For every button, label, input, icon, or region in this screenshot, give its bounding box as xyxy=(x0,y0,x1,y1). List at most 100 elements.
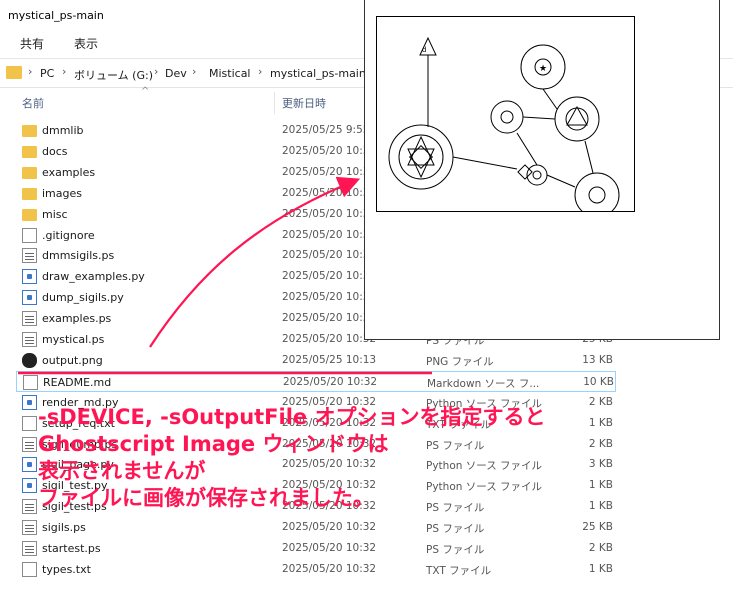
file-name: misc xyxy=(42,207,68,221)
svg-text:★: ★ xyxy=(539,64,547,74)
folder-icon xyxy=(22,145,37,158)
file-size: 2 KB xyxy=(588,542,613,554)
file-name: draw_examples.py xyxy=(42,270,145,284)
file-type: Markdown ソース フ... xyxy=(427,377,540,390)
folder-icon xyxy=(6,66,22,79)
python-file-icon xyxy=(22,478,37,494)
file-row[interactable]: README.md 2025/05/20 10:32 Markdown ソース フ.… xyxy=(16,370,616,392)
folder-icon xyxy=(22,187,37,200)
text-file-icon xyxy=(22,415,37,431)
file-name: types.txt xyxy=(42,562,91,576)
ps-file-icon xyxy=(22,499,37,515)
annotation-text: -sDEVICE, -sOutputFile オプションを指定すると Ghost… xyxy=(38,404,545,512)
svg-text:d: d xyxy=(422,46,426,54)
chevron-right-icon: › xyxy=(62,65,67,78)
file-size: 1 KB xyxy=(588,416,613,429)
column-divider[interactable] xyxy=(274,92,275,114)
ps-file-icon xyxy=(22,436,37,452)
file-name: dmmsigils.ps xyxy=(42,249,115,263)
file-name: mystical.ps xyxy=(42,333,105,346)
file-date: 2025/05/20 10:32 xyxy=(282,333,377,345)
file-size: 3 KB xyxy=(588,458,613,471)
image-frame: d ★ xyxy=(376,16,635,218)
file-row[interactable]: types.txt 2025/05/20 10:32 TXT ファイル 1 KB xyxy=(16,559,616,580)
python-file-icon xyxy=(22,457,37,473)
file-type: PNG ファイル xyxy=(426,355,494,368)
annotation-line-2: Ghostscript Image ウィンドウは xyxy=(38,432,389,456)
breadcrumb-current[interactable]: mystical_ps-main xyxy=(270,67,366,80)
breadcrumb-pc[interactable]: PC xyxy=(40,67,54,80)
chevron-right-icon: › xyxy=(192,65,197,78)
file-name: sigils.ps xyxy=(42,521,86,535)
breadcrumb-mistical[interactable]: Mistical xyxy=(209,67,251,80)
file-date: 2025/05/20 10:32 xyxy=(282,249,377,262)
file-date: 2025/05/20 10:32 xyxy=(282,270,377,283)
python-file-icon xyxy=(22,290,37,306)
ps-file-icon xyxy=(22,541,37,556)
folder-icon xyxy=(22,208,37,221)
file-row[interactable]: output.png 2025/05/25 10:13 PNG ファイル 13 KB xyxy=(16,350,616,371)
file-name: .gitignore xyxy=(42,228,95,242)
file-name: dump_sigils.py xyxy=(42,291,124,305)
file-name: examples xyxy=(42,165,96,179)
file-row[interactable]: startest.ps 2025/05/20 10:32 PS ファイル 2 KB xyxy=(16,538,616,559)
file-date: 2025/05/20 10:32 xyxy=(282,562,377,575)
file-size: 1 KB xyxy=(588,500,613,513)
ps-file-icon xyxy=(22,311,37,327)
annotation-line-1: -sDEVICE, -sOutputFile オプションを指定すると xyxy=(38,405,546,429)
file-name: output.png xyxy=(42,353,103,367)
ps-file-icon xyxy=(22,248,37,264)
file-type: PS ファイル xyxy=(426,523,485,536)
file-date: 2025/05/20 10:32 xyxy=(282,312,377,325)
file-size: 13 KB xyxy=(582,353,613,366)
file-date: 2025/05/20 10:32 xyxy=(283,375,378,388)
file-name: startest.ps xyxy=(42,542,101,555)
file-date: 2025/05/20 10:32 xyxy=(282,207,377,220)
file-size: 2 KB xyxy=(588,437,613,450)
file-date: 2025/05/25 10:13 xyxy=(282,353,377,366)
file-name: images xyxy=(42,186,82,200)
file-date: 2025/05/20 10:32 xyxy=(282,542,377,554)
file-date: 2025/05/20 10:32 xyxy=(282,165,377,178)
annotation-line-4: ファイルに画像が保存されました。 xyxy=(38,486,374,510)
chevron-right-icon: › xyxy=(28,65,33,78)
file-date: 2025/05/25 9:55 xyxy=(282,124,370,136)
file-date: 2025/05/20 10:32 xyxy=(282,144,377,157)
file-date: 2025/05/20 10:32 xyxy=(282,186,377,199)
file-name: README.md xyxy=(43,375,112,389)
column-header-date[interactable]: 更新日時 xyxy=(282,95,326,111)
window-title: mystical_ps-main xyxy=(8,9,104,22)
file-size: 1 KB xyxy=(588,479,613,492)
ps-file-icon xyxy=(22,520,37,536)
ribbon-tab-share[interactable]: 共有 xyxy=(20,35,44,52)
sigil-drawing: d ★ xyxy=(388,36,620,218)
folder-icon xyxy=(22,166,37,179)
file-type: TXT ファイル xyxy=(426,564,492,577)
file-size: 25 KB xyxy=(582,521,613,534)
file-type: PS ファイル xyxy=(426,544,485,556)
file-date: 2025/05/20 10:32 xyxy=(282,291,377,304)
breadcrumb-dev[interactable]: Dev xyxy=(165,67,187,80)
png-file-icon xyxy=(22,352,37,368)
file-size: 2 KB xyxy=(588,395,613,408)
annotation-line-3: 表示されませんが xyxy=(38,459,206,483)
sort-ascending-icon: ^ xyxy=(141,86,150,97)
column-header-name[interactable]: 名前 xyxy=(22,95,44,111)
breadcrumb-volume[interactable]: ボリューム (G:) xyxy=(74,67,153,83)
ps-file-icon xyxy=(22,332,37,347)
chevron-right-icon: › xyxy=(258,65,263,78)
python-file-icon xyxy=(22,269,37,285)
folder-icon xyxy=(22,125,37,137)
file-row[interactable]: sigils.ps 2025/05/20 10:32 PS ファイル 25 KB xyxy=(16,517,616,538)
text-file-icon xyxy=(22,561,37,577)
file-size: 10 KB xyxy=(583,375,614,388)
file-name: dmmlib xyxy=(42,124,84,137)
markdown-file-icon xyxy=(23,374,38,390)
file-date: 2025/05/20 10:32 xyxy=(282,521,377,534)
ribbon-tab-view[interactable]: 表示 xyxy=(74,35,98,52)
file-name: docs xyxy=(42,144,68,158)
python-file-icon xyxy=(22,394,37,410)
file-name: examples.ps xyxy=(42,312,112,326)
ghostscript-output-preview: d ★ xyxy=(364,0,720,340)
chevron-right-icon: › xyxy=(154,65,159,78)
